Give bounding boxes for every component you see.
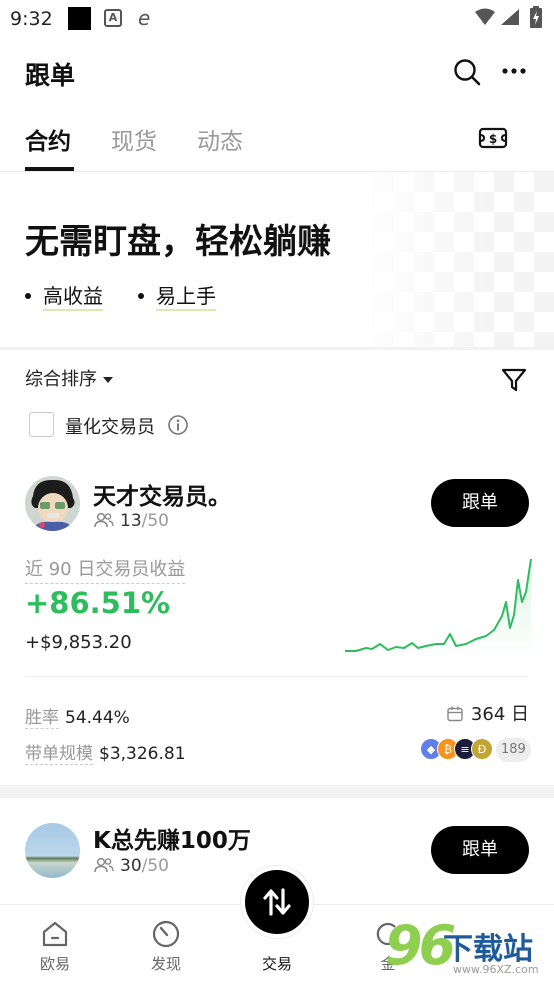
nav-label: 欧易 <box>39 955 70 973</box>
trader-card[interactable]: 天才交易员。 13/50 跟单 近 90 日交易员收益 +86.51% +$9,… <box>0 460 554 785</box>
card-separator <box>0 785 554 798</box>
banner-bullet: 易上手 <box>138 280 216 311</box>
trader-avatar <box>25 476 80 531</box>
tab-feed[interactable]: 动态 <box>197 122 243 156</box>
more-options-icon[interactable] <box>501 58 527 84</box>
active-tab-indicator <box>25 167 74 171</box>
notification-browser-icon: e <box>138 6 151 30</box>
watermark-text: 下载站 <box>443 932 533 967</box>
status-bar: 9:32 A e <box>0 0 554 40</box>
pnl-period-label[interactable]: 近 90 日交易员收益 <box>25 555 186 584</box>
banner-bullet: 高收益 <box>25 280 103 311</box>
caret-down-icon <box>103 377 113 383</box>
quant-trader-checkbox[interactable] <box>29 412 54 437</box>
follower-count: 13/50 <box>94 511 169 531</box>
trade-center-button[interactable] <box>241 866 313 938</box>
app-header: 跟单 <box>0 42 554 102</box>
quant-trader-label: 量化交易员 <box>65 417 155 438</box>
nav-label: 发现 <box>150 955 181 973</box>
win-rate: 胜率 54.44% <box>25 708 130 729</box>
notification-square-icon <box>68 7 91 30</box>
nav-label: 交易 <box>261 955 292 973</box>
trader-avatar <box>25 823 80 878</box>
trading-days: 364 日 <box>447 700 529 726</box>
watermark-url: www.96XZ.com <box>453 963 539 976</box>
pnl-percent: +86.51% <box>25 586 171 620</box>
home-icon <box>42 921 68 947</box>
discover-icon <box>152 920 180 948</box>
promo-banner: 无需盯盘，轻松躺赚 高收益 易上手 <box>0 172 554 347</box>
more-coins-count: 189 <box>496 738 531 762</box>
card-divider <box>25 676 529 677</box>
follower-count: 30/50 <box>94 856 169 876</box>
pnl-amount: +$9,853.20 <box>25 632 132 653</box>
copy-trade-button[interactable]: 跟单 <box>431 479 529 527</box>
page-title: 跟单 <box>25 61 76 90</box>
info-icon[interactable] <box>167 414 189 436</box>
trade-icon <box>263 888 291 916</box>
copy-trade-button[interactable]: 跟单 <box>431 826 529 874</box>
signal-icon <box>501 9 519 25</box>
sort-dropdown[interactable]: 综合排序 <box>25 365 113 391</box>
svg-text:$: $ <box>489 132 497 146</box>
trader-name: 天才交易员。 <box>93 484 231 510</box>
wifi-icon <box>475 8 495 25</box>
calendar-icon <box>447 706 463 722</box>
filter-icon[interactable] <box>501 367 527 393</box>
followers-icon <box>94 857 114 873</box>
aum: 带单规模 $3,326.81 <box>25 744 186 765</box>
money-bill-icon[interactable]: $ <box>478 126 508 150</box>
sort-label: 综合排序 <box>25 369 97 390</box>
tab-contract[interactable]: 合约 <box>25 122 71 156</box>
banner-pattern <box>354 172 554 347</box>
section-divider <box>0 347 554 350</box>
site-watermark: 96 下载站 www.96XZ.com <box>385 914 554 982</box>
notification-a-icon: A <box>104 9 122 27</box>
search-icon[interactable] <box>453 58 481 86</box>
status-time: 9:32 <box>10 8 53 30</box>
battery-icon <box>530 6 542 28</box>
tab-bar: 合约 现货 动态 $ <box>0 110 554 172</box>
traded-coins[interactable]: ◆ ₿ ≡ Ð 189 <box>420 738 531 762</box>
followers-icon <box>94 512 114 528</box>
doge-coin-icon: Ð <box>471 738 493 760</box>
pnl-sparkline <box>345 558 532 656</box>
trader-name: K总先赚100万 <box>93 828 251 854</box>
banner-title: 无需盯盘，轻松躺赚 <box>25 222 331 262</box>
nav-item-discover[interactable]: 发现 <box>111 905 221 984</box>
tab-spot[interactable]: 现货 <box>111 122 157 156</box>
nav-item-home[interactable]: 欧易 <box>0 905 110 984</box>
